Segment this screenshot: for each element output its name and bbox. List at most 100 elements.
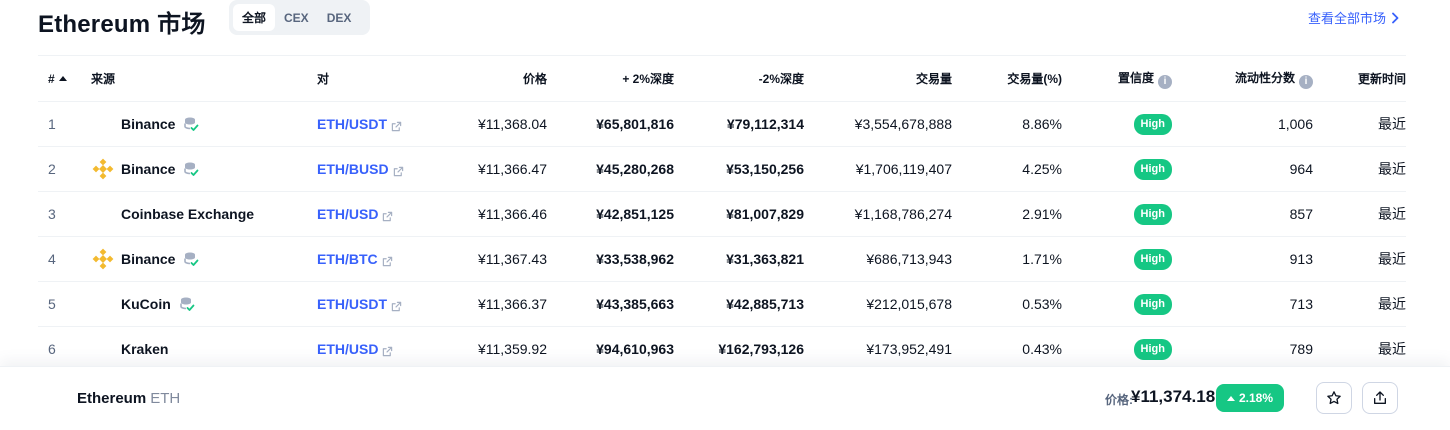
info-icon[interactable]: i [1158,74,1172,89]
pair-link[interactable]: ETH/BUSD [317,161,404,177]
share-button[interactable] [1362,382,1398,414]
tab-cex[interactable]: CEX [275,4,318,31]
binance-logo-icon [91,247,115,271]
price-cell: ¥11,366.37 [437,281,547,327]
tab-dex[interactable]: DEX [318,4,361,31]
volume-pct-cell: 2.91% [952,191,1062,237]
confidence-badge: High [1133,113,1172,135]
col-volume-pct[interactable]: 交易量(%) [952,55,1062,102]
coin-name: Ethereum [77,390,147,407]
price-cell: ¥11,367.43 [437,236,547,282]
info-icon[interactable]: i [1299,74,1313,89]
exchange-name[interactable]: Binance [121,116,175,132]
confidence-cell: High [1062,146,1172,192]
col-rank[interactable]: # [38,55,91,102]
source-cell: KuCoin [91,281,317,327]
view-all-markets-link[interactable]: 查看全部市场 [1308,8,1400,27]
sticky-bottom-bar: Ethereum ETH 价格: ¥11,374.18 2.18% [0,366,1450,430]
pair-label: ETH/BUSD [317,161,389,177]
sort-ascending-icon [58,75,67,81]
confidence-badge: High [1133,248,1172,270]
market-type-tabs: 全部 CEX DEX [229,0,370,35]
volume-pct-cell: 1.71% [952,236,1062,282]
pair-link[interactable]: ETH/BTC [317,251,393,267]
depth-minus-cell: ¥79,112,314 [674,101,804,147]
depth-plus-cell: ¥65,801,816 [547,101,674,147]
exchange-name[interactable]: Binance [121,161,175,177]
liquidity-cell: 913 [1172,236,1313,282]
source-cell: Binance [91,101,317,147]
price-label: 价格: [1105,393,1133,407]
col-depth-minus[interactable]: -2%深度 [674,55,804,102]
logo-placeholder [91,202,115,226]
caret-up-icon [1226,396,1235,401]
coin-symbol: ETH [150,390,181,407]
col-volume[interactable]: 交易量 [804,55,952,102]
table-row: 1 Binance ETH/USDT ¥11,368.04 ¥65,801,816 ¥79… [38,101,1406,147]
depth-minus-cell: ¥81,007,829 [674,191,804,237]
pair-link[interactable]: ETH/USDT [317,116,402,132]
col-confidence[interactable]: 置信度 i [1062,55,1172,102]
price-cell: ¥11,368.04 [437,101,547,147]
pair-link[interactable]: ETH/USDT [317,296,402,312]
col-price[interactable]: 价格 [437,55,547,102]
liquidity-cell: 964 [1172,146,1313,192]
pair-cell: ETH/USDT [317,101,437,147]
price-cell: ¥11,366.46 [437,191,547,237]
updated-cell: 最近 [1313,326,1406,372]
depth-plus-cell: ¥43,385,663 [547,281,674,327]
col-source[interactable]: 来源 [91,55,317,102]
volume-pct-cell: 8.86% [952,101,1062,147]
depth-minus-cell: ¥42,885,713 [674,281,804,327]
updated-cell: 最近 [1313,101,1406,147]
exchange-name[interactable]: KuCoin [121,296,171,312]
logo-placeholder [91,112,115,136]
pair-label: ETH/USD [317,341,379,357]
verified-data-icon [183,251,199,267]
col-liquidity[interactable]: 流动性分数 i [1172,55,1313,102]
pair-label: ETH/USD [317,206,379,222]
share-icon [1374,391,1386,404]
exchange-name[interactable]: Binance [121,251,175,267]
pair-cell: ETH/USD [317,191,437,237]
pair-label: ETH/BTC [317,251,378,267]
exchange-name[interactable]: Kraken [121,341,168,357]
pair-cell: ETH/USD [317,326,437,372]
col-updated[interactable]: 更新时间 [1313,55,1406,102]
price-cell: ¥11,366.47 [437,146,547,192]
page-title: Ethereum 市场 [38,11,206,38]
watchlist-star-button[interactable] [1316,382,1352,414]
volume-cell: ¥3,554,678,888 [804,101,952,147]
price-change-value: 2.18% [1238,391,1274,405]
liquidity-cell: 857 [1172,191,1313,237]
col-confidence-label: 置信度 [1117,70,1154,85]
pair-link[interactable]: ETH/USD [317,206,393,222]
col-depth-plus[interactable]: + 2%深度 [547,55,674,102]
rank-cell: 6 [38,326,91,372]
updated-cell: 最近 [1313,281,1406,327]
tab-all[interactable]: 全部 [233,4,276,31]
pair-cell: ETH/USDT [317,281,437,327]
confidence-cell: High [1062,236,1172,282]
col-rank-label: # [48,71,55,86]
volume-pct-cell: 0.43% [952,326,1062,372]
exchange-name[interactable]: Coinbase Exchange [121,206,254,222]
confidence-badge: High [1133,293,1172,315]
volume-cell: ¥1,706,119,407 [804,146,952,192]
source-cell: Binance [91,146,317,192]
source-cell: Kraken [91,326,317,372]
depth-plus-cell: ¥42,851,125 [547,191,674,237]
table-row: 2 Binance ETH/BUSD ¥11,366.47 ¥45,280,268 ¥53… [38,146,1406,192]
view-all-label: 查看全部市场 [1307,11,1386,26]
rank-cell: 1 [38,101,91,147]
table-row: 6 Kraken ETH/USD ¥11,359.92 ¥94,610,963 ¥162,… [38,326,1406,372]
updated-cell: 最近 [1313,236,1406,282]
rank-cell: 5 [38,281,91,327]
col-liquidity-label: 流动性分数 [1234,70,1295,85]
table-row: 3 Coinbase Exchange ETH/USD ¥11,366.46 ¥42,8… [38,191,1406,237]
pair-link[interactable]: ETH/USD [317,341,393,357]
col-pair[interactable]: 对 [317,55,437,102]
chevron-right-icon [1392,12,1399,23]
price-change-badge: 2.18% [1216,384,1284,412]
depth-plus-cell: ¥45,280,268 [547,146,674,192]
